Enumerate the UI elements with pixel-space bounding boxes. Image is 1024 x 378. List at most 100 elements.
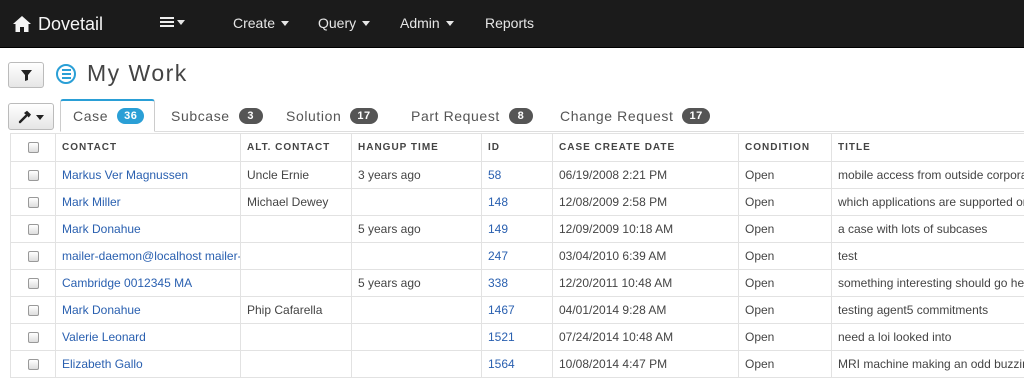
column-header[interactable]: CASE CREATE DATE — [553, 134, 739, 162]
nav-reports[interactable]: Reports — [485, 15, 534, 31]
table-cell-link[interactable]: 58 — [482, 162, 553, 189]
table-cell-link[interactable]: mailer-daemon@localhost mailer-daemon — [56, 243, 241, 270]
table-cell-link[interactable]: 1467 — [482, 297, 553, 324]
table-cell-link[interactable]: 1564 — [482, 351, 553, 378]
table-cell: a case with lots of subcases — [832, 216, 1024, 243]
chevron-down-icon — [36, 115, 44, 120]
brand-name: Dovetail — [38, 14, 103, 35]
table-cell-link[interactable]: Mark Donahue — [56, 297, 241, 324]
table-cell: which applications are supported on — [832, 189, 1024, 216]
row-checkbox[interactable] — [11, 243, 56, 270]
table-cell-link[interactable]: Mark Miller — [56, 189, 241, 216]
nav-admin-label: Admin — [400, 15, 440, 31]
table-cell-link[interactable]: 148 — [482, 189, 553, 216]
table-cell — [241, 216, 352, 243]
tab-part-request[interactable]: Part Request 8 — [401, 99, 543, 132]
table-cell: Phip Cafarella — [241, 297, 352, 324]
table-row[interactable]: Cambridge 0012345 MA5 years ago33812/20/… — [11, 270, 1024, 297]
table-cell: MRI machine making an odd buzzing — [832, 351, 1024, 378]
column-header[interactable]: TITLE — [832, 134, 1024, 162]
table-cell-link[interactable]: Cambridge 0012345 MA — [56, 270, 241, 297]
list-circle-icon — [56, 64, 76, 84]
tab-solution[interactable]: Solution 17 — [276, 99, 388, 132]
table-row[interactable]: Mark MillerMichael Dewey14812/08/2009 2:… — [11, 189, 1024, 216]
table-cell-link[interactable]: Mark Donahue — [56, 216, 241, 243]
home-icon — [12, 15, 32, 33]
row-checkbox[interactable] — [11, 324, 56, 351]
table-header-row: CONTACT ALT. CONTACT HANGUP TIME ID CASE… — [11, 134, 1024, 162]
table-row[interactable]: Valerie Leonard 152107/24/2014 10:48 AMOp… — [11, 324, 1024, 351]
table-row[interactable]: Elizabeth Gallo156410/08/2014 4:47 PMOpe… — [11, 351, 1024, 378]
chevron-down-icon — [446, 21, 454, 26]
table-cell-link[interactable]: 247 — [482, 243, 553, 270]
tab-subcase[interactable]: Subcase 3 — [161, 99, 273, 132]
table-cell: Open — [739, 270, 832, 297]
table-cell: Open — [739, 243, 832, 270]
chevron-down-icon — [177, 20, 185, 25]
tab-subcase-label: Subcase — [171, 108, 230, 124]
tab-part-request-count: 8 — [509, 108, 533, 124]
table-cell: Open — [739, 351, 832, 378]
table-cell-link[interactable]: 338 — [482, 270, 553, 297]
list-icon — [160, 16, 174, 28]
row-checkbox[interactable] — [11, 351, 56, 378]
row-checkbox[interactable] — [11, 297, 56, 324]
filter-button[interactable] — [8, 62, 44, 88]
brand-link[interactable]: Dovetail — [12, 12, 103, 36]
table-row[interactable]: mailer-daemon@localhost mailer-daemon 247… — [11, 243, 1024, 270]
table-cell: Open — [739, 189, 832, 216]
tab-change-request-count: 17 — [682, 108, 709, 124]
table-cell-link[interactable]: Elizabeth Gallo — [56, 351, 241, 378]
table-cell-link[interactable]: Markus Ver Magnussen — [56, 162, 241, 189]
row-checkbox[interactable] — [11, 162, 56, 189]
table-cell — [352, 297, 482, 324]
table-cell: Open — [739, 162, 832, 189]
column-header[interactable]: CONDITION — [739, 134, 832, 162]
tab-case[interactable]: Case 36 — [60, 99, 155, 132]
table-cell: 5 years ago — [352, 216, 482, 243]
tab-case-label: Case — [73, 108, 108, 124]
actions-dropdown-button[interactable] — [8, 103, 54, 130]
select-all-checkbox[interactable] — [11, 134, 56, 162]
column-header[interactable]: CONTACT — [56, 134, 241, 162]
tab-case-count: 36 — [117, 108, 144, 124]
table-cell: 07/24/2014 10:48 AM — [553, 324, 739, 351]
table-row[interactable]: Mark Donahue 5 years ago14912/09/2009 10:… — [11, 216, 1024, 243]
nav-admin[interactable]: Admin — [400, 15, 454, 31]
nav-create[interactable]: Create — [233, 15, 289, 31]
chevron-down-icon — [281, 21, 289, 26]
table-cell: 12/20/2011 10:48 AM — [553, 270, 739, 297]
table-cell: Open — [739, 216, 832, 243]
table-cell: testing agent5 commitments — [832, 297, 1024, 324]
nav-query-label: Query — [318, 15, 356, 31]
tab-change-request[interactable]: Change Request 17 — [550, 99, 720, 132]
menu-toggle-button[interactable] — [160, 16, 185, 28]
table-cell-link[interactable]: 149 — [482, 216, 553, 243]
column-header[interactable]: ID — [482, 134, 553, 162]
table-row[interactable]: Markus Ver MagnussenUncle Ernie3 years a… — [11, 162, 1024, 189]
table-cell: Open — [739, 324, 832, 351]
table-cell: Michael Dewey — [241, 189, 352, 216]
table-cell-link[interactable]: 1521 — [482, 324, 553, 351]
nav-create-label: Create — [233, 15, 275, 31]
chevron-down-icon — [362, 21, 370, 26]
column-header[interactable]: ALT. CONTACT — [241, 134, 352, 162]
row-checkbox[interactable] — [11, 189, 56, 216]
table-cell: 03/04/2010 6:39 AM — [553, 243, 739, 270]
table-cell-link[interactable]: Valerie Leonard — [56, 324, 241, 351]
table-cell: need a loi looked into — [832, 324, 1024, 351]
row-checkbox[interactable] — [11, 270, 56, 297]
column-header[interactable]: HANGUP TIME — [352, 134, 482, 162]
nav-query[interactable]: Query — [318, 15, 370, 31]
table-cell: 3 years ago — [352, 162, 482, 189]
table-row[interactable]: Mark DonahuePhip Cafarella146704/01/2014… — [11, 297, 1024, 324]
nav-reports-label: Reports — [485, 15, 534, 31]
table-cell — [241, 243, 352, 270]
table-cell — [352, 324, 482, 351]
table-cell: Uncle Ernie — [241, 162, 352, 189]
table-cell: 12/09/2009 10:18 AM — [553, 216, 739, 243]
funnel-icon — [21, 70, 32, 81]
table-cell: mobile access from outside corporate — [832, 162, 1024, 189]
table-cell: 06/19/2008 2:21 PM — [553, 162, 739, 189]
row-checkbox[interactable] — [11, 216, 56, 243]
